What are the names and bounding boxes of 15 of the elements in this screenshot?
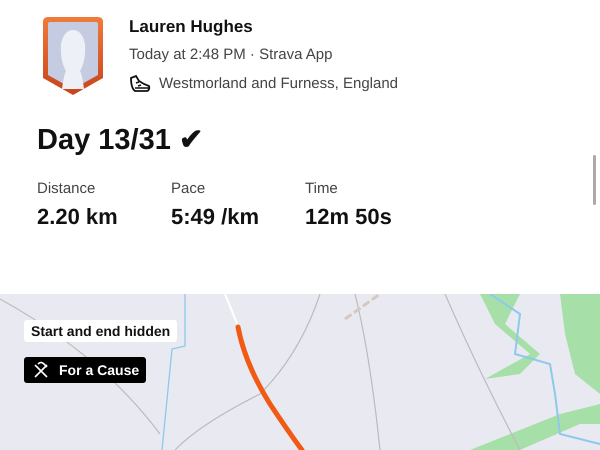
activity-meta: Today at 2:48 PM · Strava App xyxy=(129,45,334,65)
shoe-icon xyxy=(129,74,151,94)
stat-value: 5:49 /km xyxy=(171,204,260,230)
stat-label: Time xyxy=(305,180,339,198)
stat-label: Distance xyxy=(37,180,96,198)
avatar-icon xyxy=(42,16,104,96)
cause-tag: For a Cause xyxy=(24,357,146,383)
stat-value: 2.20 km xyxy=(37,204,119,230)
scrollbar[interactable] xyxy=(593,155,596,205)
location-text: Westmorland and Furness, England xyxy=(159,74,398,94)
athlete-name[interactable]: Lauren Hughes xyxy=(129,16,398,38)
activity-title: Day 13/31 ✔ xyxy=(37,123,204,158)
privacy-label: Start and end hidden xyxy=(24,320,178,342)
stat-value: 12m 50s xyxy=(305,204,392,230)
stat-label: Pace xyxy=(171,180,206,198)
